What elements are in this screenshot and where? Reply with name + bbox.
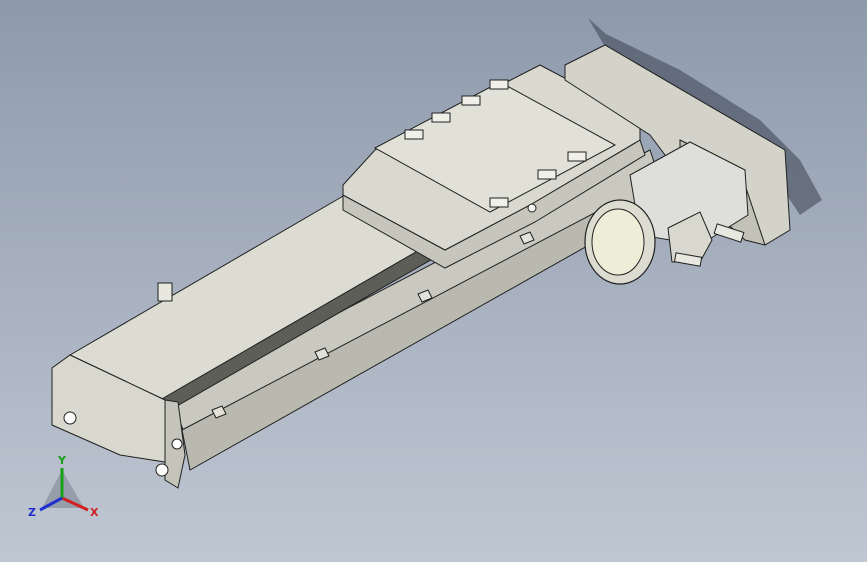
cad-graphics-viewport[interactable]: X Y Z — [0, 0, 867, 562]
y-axis-label: Y — [57, 454, 67, 467]
carriage-hole — [489, 79, 509, 90]
mount-hole — [63, 411, 77, 425]
carriage-hole — [489, 197, 509, 208]
linear-actuator-model[interactable]: X Y Z — [0, 0, 867, 562]
mount-hole — [155, 463, 169, 477]
carriage-hole — [431, 112, 451, 123]
axis-triad[interactable]: X Y Z — [28, 454, 99, 519]
carriage-hole — [567, 151, 587, 162]
mount-hole — [171, 438, 183, 450]
carriage-hole — [404, 129, 424, 140]
sensor-bracket — [157, 282, 173, 302]
carriage-hole — [537, 169, 557, 180]
z-axis-label: Z — [28, 506, 36, 519]
carriage-hole — [461, 95, 481, 106]
x-axis-label: X — [90, 506, 99, 519]
motor-end-cap-inner — [591, 208, 645, 276]
carriage-pin — [527, 203, 537, 213]
